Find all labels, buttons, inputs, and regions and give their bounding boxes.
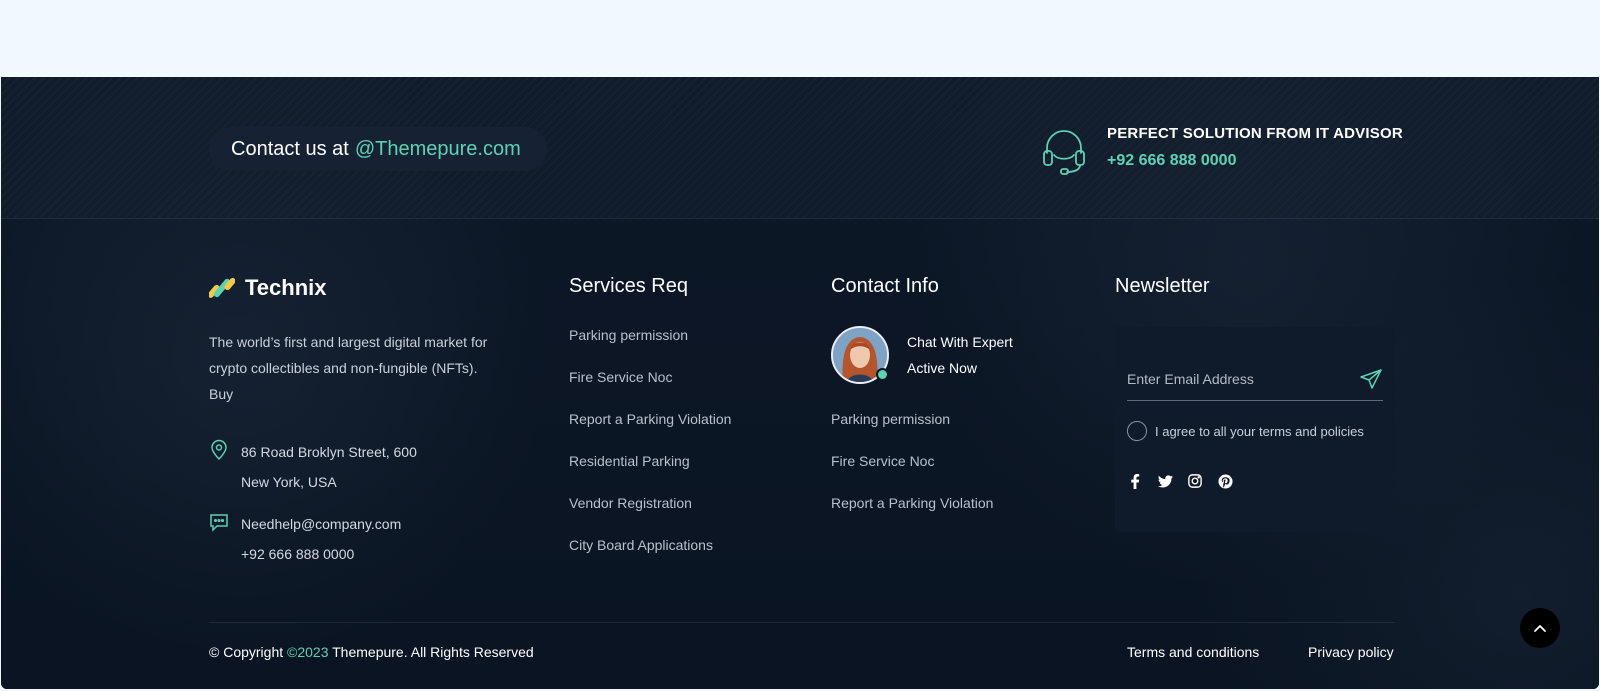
contact-row: Needhelp@company.com +92 666 888 0000 (209, 509, 499, 569)
contact-info-link[interactable]: Report a Parking Violation (831, 494, 1013, 512)
brand-column: Technix The world’s first and largest di… (209, 275, 499, 569)
social-links (1127, 473, 1247, 489)
footer-divider (209, 622, 1395, 623)
advisor-block: PERFECT SOLUTION FROM IT ADVISOR +92 666… (1041, 125, 1403, 175)
terms-link[interactable]: Terms and conditions (1127, 644, 1259, 660)
expert-line-1: Chat With Expert (907, 334, 1013, 350)
contact-email-link[interactable]: @Themepure.com (355, 138, 521, 161)
twitter-icon[interactable] (1157, 473, 1173, 489)
newsletter-email-input[interactable] (1127, 370, 1337, 387)
site-footer: Contact us at @Themepure.com PERFECT SOL… (1, 77, 1599, 689)
advisor-phone[interactable]: +92 666 888 0000 (1107, 152, 1403, 170)
copyright: © Copyright ©2023 Themepure. All Rights … (209, 644, 534, 660)
services-link[interactable]: Fire Service Noc (569, 368, 731, 386)
privacy-link[interactable]: Privacy policy (1308, 644, 1394, 660)
contact-email[interactable]: Needhelp@company.com (241, 509, 401, 539)
contact-prefix: Contact us at (231, 137, 349, 160)
chat-icon (210, 514, 228, 532)
brand-name: Technix (245, 275, 327, 300)
copyright-prefix: © Copyright (209, 644, 284, 660)
services-link[interactable]: Vendor Registration (569, 494, 731, 512)
logo[interactable]: Technix (209, 275, 499, 301)
terms-radio[interactable] (1127, 421, 1147, 441)
contact-info-link[interactable]: Fire Service Noc (831, 452, 1013, 470)
services-column: Services Req Parking permission Fire Ser… (569, 275, 731, 578)
brand-description: The world’s first and largest digital ma… (209, 334, 488, 402)
newsletter-box: I agree to all your terms and policies (1115, 327, 1395, 532)
terms-agree-label: I agree to all your terms and policies (1155, 423, 1364, 439)
address-row: 86 Road Broklyn Street, 600 New York, US… (209, 437, 499, 497)
facebook-icon[interactable] (1127, 473, 1143, 489)
online-status-dot (876, 368, 889, 381)
paper-plane-icon[interactable] (1359, 367, 1383, 391)
contact-info-title: Contact Info (831, 275, 939, 297)
services-link[interactable]: Residential Parking (569, 452, 731, 470)
contact-info-column: Contact Info Chat With Expert Active Now (831, 275, 1013, 536)
email-row (1127, 357, 1383, 401)
expert-line-2: Active Now (907, 360, 978, 376)
copyright-year: ©2023 (287, 644, 329, 660)
services-links: Parking permission Fire Service Noc Repo… (569, 326, 731, 554)
services-title: Services Req (569, 275, 688, 297)
technix-logo-mark-icon (209, 277, 235, 298)
instagram-icon[interactable] (1187, 473, 1203, 489)
terms-agree-row[interactable]: I agree to all your terms and policies (1127, 421, 1364, 441)
avatar-wrapper (831, 326, 889, 384)
contact-pill: Contact us at @Themepure.com (209, 127, 547, 171)
address-line-1: 86 Road Broklyn Street, 600 (241, 444, 417, 460)
copyright-suffix: Themepure. All Rights Reserved (332, 644, 534, 660)
newsletter-column: Newsletter I agree to all your terms and… (1115, 275, 1395, 532)
newsletter-title: Newsletter (1115, 275, 1210, 297)
services-link[interactable]: Report a Parking Violation (569, 410, 731, 428)
scroll-to-top-button[interactable] (1520, 608, 1560, 648)
pinterest-icon[interactable] (1217, 473, 1233, 489)
address-line-2: New York, USA (241, 474, 337, 490)
services-link[interactable]: Parking permission (569, 326, 731, 344)
services-link[interactable]: City Board Applications (569, 536, 731, 554)
contact-info-link[interactable]: Parking permission (831, 410, 1013, 428)
expert-chat[interactable]: Chat With Expert Active Now (831, 326, 1013, 384)
footer-top-band: Contact us at @Themepure.com PERFECT SOL… (1, 77, 1599, 219)
contact-phone[interactable]: +92 666 888 0000 (241, 539, 401, 569)
page-top-area (0, 0, 1600, 77)
advisor-title: PERFECT SOLUTION FROM IT ADVISOR (1107, 125, 1403, 142)
contact-info-links: Parking permission Fire Service Noc Repo… (831, 410, 1013, 512)
chevron-up-icon (1534, 625, 1546, 632)
map-pin-icon (211, 439, 227, 461)
headset-icon (1043, 130, 1085, 175)
